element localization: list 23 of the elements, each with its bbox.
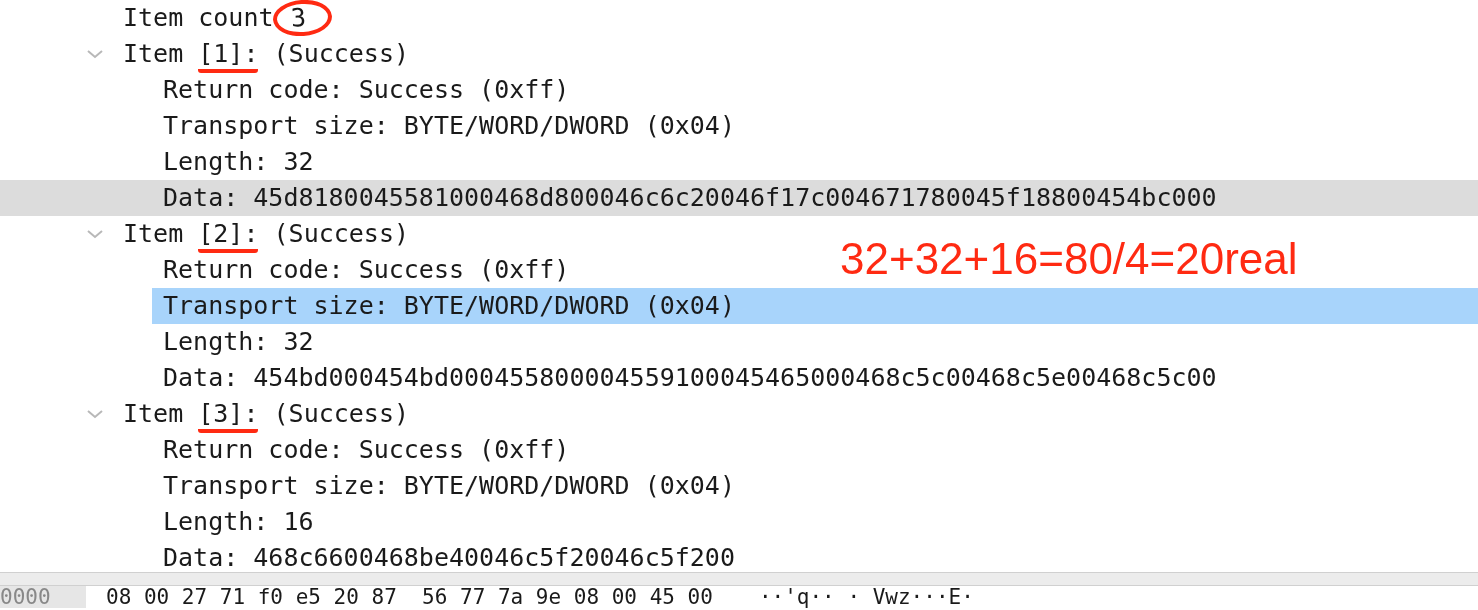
tree-row-text[interactable]: Data: 454bd000454bd000455800004559100045465000468c5c00468c5e00468c5c00 <box>152 360 1228 396</box>
tree-row-text[interactable]: Length: 32 <box>152 324 325 360</box>
hex-offset: 0000 <box>0 586 86 608</box>
tree-row-text[interactable]: Data: 45d8180045581000468d800046c6c20046f17c004671780045f18800454bc000 <box>152 180 1228 216</box>
tree-row-text[interactable]: Return code: Success (0xff) <box>152 72 581 108</box>
tree-row-text[interactable]: Data: 468c6600468be40046c5f20046c5f200 <box>152 540 746 576</box>
chevron-down-icon[interactable] <box>86 48 104 60</box>
hex-ascii: ··'q·· · Vwz···E· <box>758 586 974 608</box>
tree-row-text[interactable]: Length: 16 <box>152 504 325 540</box>
tree-row-text[interactable]: Item [3]: (Success) <box>123 395 420 433</box>
tree-row-text[interactable]: Return code: Success (0xff) <box>152 432 581 468</box>
tree-row-text[interactable]: Transport size: BYTE/WORD/DWORD (0x04) <box>152 288 1478 324</box>
tree-row-text[interactable]: Length: 32 <box>152 144 325 180</box>
hex-bytes: 08 00 27 71 f0 e5 20 87 56 77 7a 9e 08 00 45 00 <box>106 586 713 608</box>
tree-row-text[interactable]: Item [1]: (Success) <box>123 35 420 73</box>
tree-row-text[interactable]: Transport size: BYTE/WORD/DWORD (0x04) <box>152 108 746 144</box>
chevron-down-icon[interactable] <box>86 228 104 240</box>
tree-row-text[interactable]: Transport size: BYTE/WORD/DWORD (0x04) <box>152 468 746 504</box>
chevron-down-icon[interactable] <box>86 408 104 420</box>
tree-row-text[interactable]: Item [2]: (Success) <box>123 215 420 253</box>
tree-row-text[interactable]: Return code: Success (0xff) <box>152 252 581 288</box>
annotation-text: 32+32+16=80/4=20real <box>840 234 1298 284</box>
tree-row-text[interactable]: Item count 3 <box>123 0 343 36</box>
